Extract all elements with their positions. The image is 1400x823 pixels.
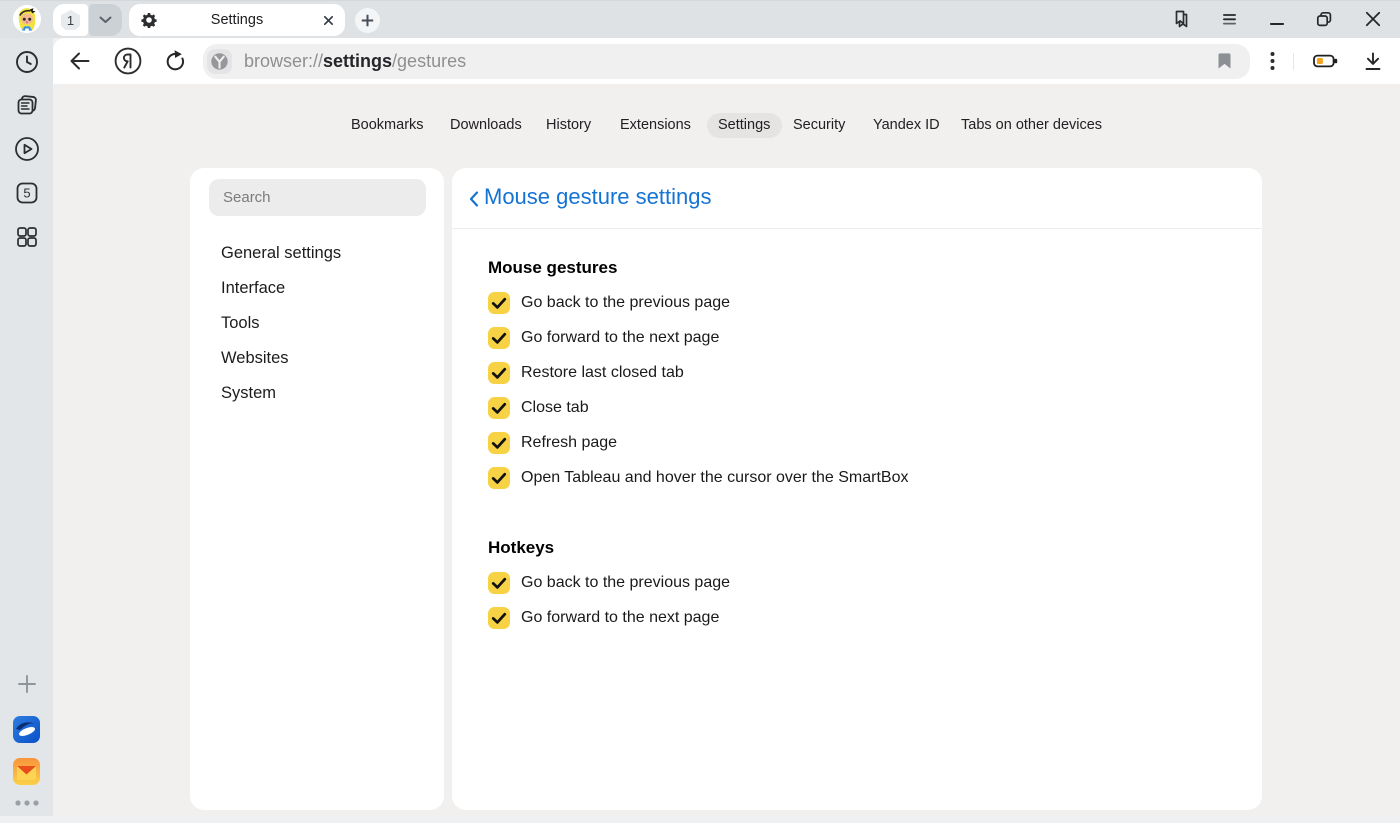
svg-text:5: 5	[23, 186, 30, 201]
